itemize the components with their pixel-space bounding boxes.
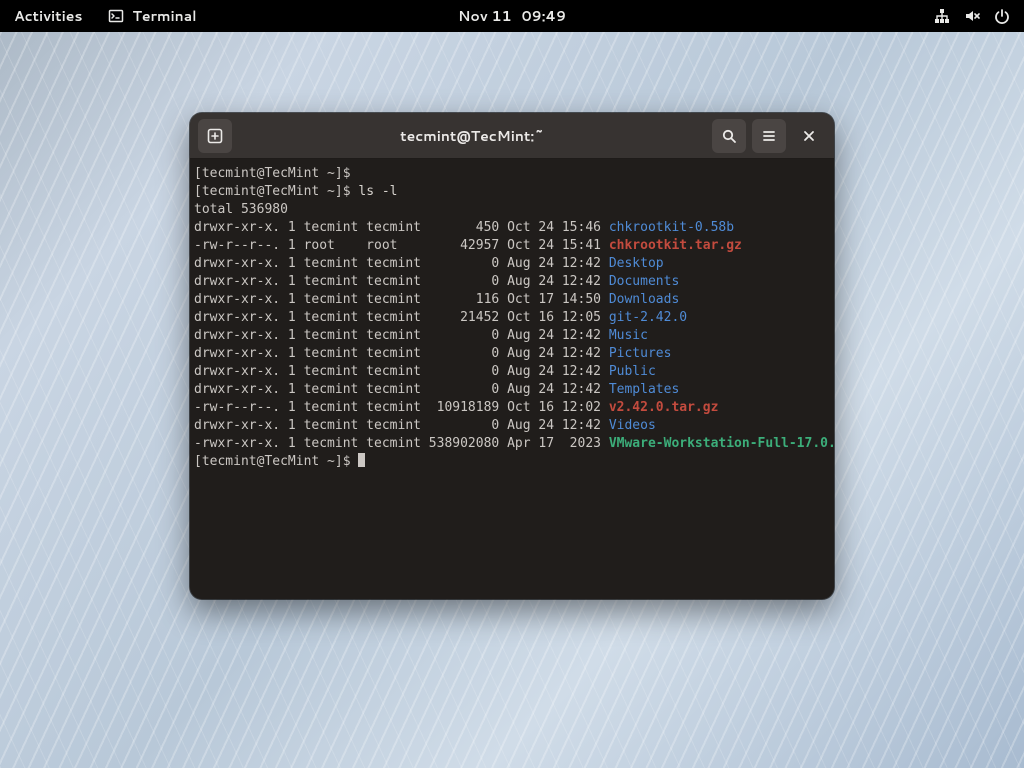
command-ls: ls -l [358, 184, 397, 199]
clock-time: 09:49 [522, 6, 567, 26]
prompt: [tecmint@TecMint ~]$ [194, 184, 358, 199]
app-indicator[interactable]: Terminal [108, 6, 196, 26]
close-icon [802, 129, 816, 143]
ls-total: total 536980 [194, 202, 288, 217]
network-icon [934, 8, 950, 24]
ls-wrap-line: 0.2-21581411.x86_64.bundle [820, 436, 834, 451]
hamburger-icon [761, 128, 777, 144]
new-tab-icon [206, 127, 224, 145]
clock[interactable]: Nov 11 09:49 [458, 6, 566, 26]
menu-button[interactable] [752, 119, 786, 153]
volume-muted-icon [964, 8, 980, 24]
activities-button[interactable]: Activities [14, 6, 82, 26]
titlebar[interactable]: tecmint@TecMint:~ [190, 113, 834, 159]
prompt: [tecmint@TecMint ~]$ [194, 454, 358, 469]
top-panel: Activities Terminal Nov 11 09:49 [0, 0, 1024, 32]
close-button[interactable] [792, 119, 826, 153]
power-icon [994, 8, 1010, 24]
terminal-window: tecmint@TecMint:~ [tecmint@TecMint ~]$ [… [190, 113, 834, 599]
search-button[interactable] [712, 119, 746, 153]
clock-date: Nov 11 [458, 6, 512, 26]
search-icon [721, 128, 737, 144]
terminal-icon [108, 8, 124, 24]
prompt: [tecmint@TecMint ~]$ [194, 166, 358, 181]
window-title: tecmint@TecMint:~ [238, 126, 706, 146]
ls-rows: drwxr-xr-x. 1 tecmint tecmint 450 Oct 24… [194, 220, 820, 451]
new-tab-button[interactable] [198, 119, 232, 153]
cursor [358, 453, 365, 467]
app-name: Terminal [132, 6, 196, 26]
system-menu[interactable] [934, 8, 1024, 24]
terminal-viewport[interactable]: [tecmint@TecMint ~]$ [tecmint@TecMint ~]… [190, 159, 834, 599]
